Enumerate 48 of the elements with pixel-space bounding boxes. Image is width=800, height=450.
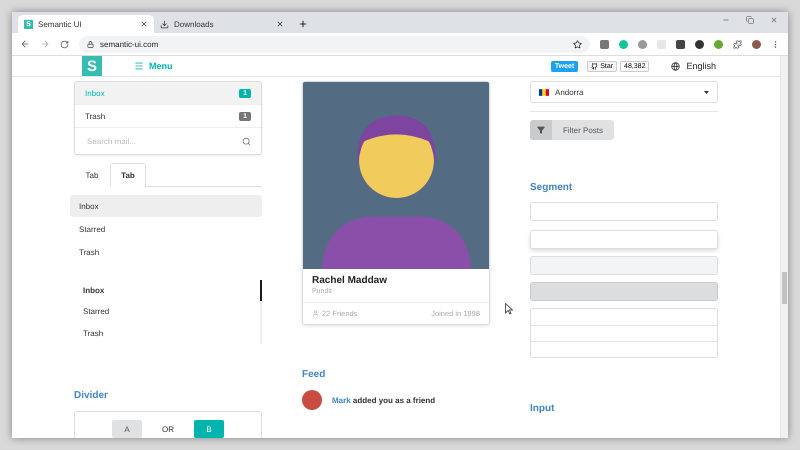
section-heading: Divider <box>74 390 109 401</box>
user-link[interactable]: Mark <box>332 396 351 404</box>
user-icon <box>312 310 319 317</box>
address-bar[interactable]: semantic-ui.com <box>79 36 590 52</box>
tab[interactable]: Tab <box>110 163 146 187</box>
close-icon[interactable] <box>276 20 284 28</box>
lock-icon <box>87 40 94 48</box>
filter-posts-button[interactable]: Filter Posts <box>530 120 614 140</box>
avatar <box>302 390 322 410</box>
globe-icon <box>671 62 680 70</box>
extension-icon[interactable] <box>695 40 704 48</box>
menu-item[interactable]: Starred <box>74 301 262 323</box>
profile-avatar[interactable] <box>752 40 761 48</box>
flag-icon <box>539 88 549 96</box>
menu-item[interactable]: Inbox <box>70 195 262 217</box>
download-icon <box>160 20 169 28</box>
url-text: semantic-ui.com <box>100 40 158 48</box>
menu-item[interactable]: Trash <box>70 241 262 263</box>
section-heading: Segment <box>530 182 574 193</box>
github-icon <box>591 62 598 70</box>
country-dropdown[interactable]: Andorra <box>530 81 718 103</box>
scrollbar[interactable] <box>780 56 788 438</box>
caret-icon <box>704 90 709 94</box>
close-icon[interactable] <box>140 20 148 28</box>
section-heading: Input <box>530 403 556 414</box>
back-icon[interactable] <box>20 39 30 49</box>
or-text: OR <box>162 424 174 434</box>
bookmark-star-icon[interactable] <box>573 40 582 48</box>
menu-item[interactable]: Starred <box>70 218 262 240</box>
browser-tab[interactable]: Downloads <box>154 15 290 33</box>
menu-item[interactable]: Inbox <box>74 280 262 302</box>
mouse-cursor-icon <box>505 303 513 315</box>
extension-icon[interactable] <box>676 40 685 48</box>
reload-icon[interactable] <box>60 40 69 48</box>
a-button[interactable]: A <box>112 420 142 438</box>
section-heading: Feed <box>302 369 326 380</box>
profile-name: Rachel Maddaw <box>312 275 388 286</box>
search-icon <box>242 136 251 146</box>
new-tab-icon[interactable] <box>298 19 308 29</box>
menu-item[interactable]: Trash <box>74 322 262 344</box>
filter-icon <box>537 126 545 134</box>
scrollbar-thumb[interactable] <box>782 272 787 304</box>
site-logo: S <box>82 56 102 76</box>
language-selector[interactable]: English <box>671 61 716 71</box>
menu-icon <box>134 61 144 71</box>
restore-icon[interactable] <box>746 16 754 24</box>
feed-summary: Mark added you as a friend <box>332 396 436 404</box>
extensions-icon[interactable] <box>733 40 742 48</box>
